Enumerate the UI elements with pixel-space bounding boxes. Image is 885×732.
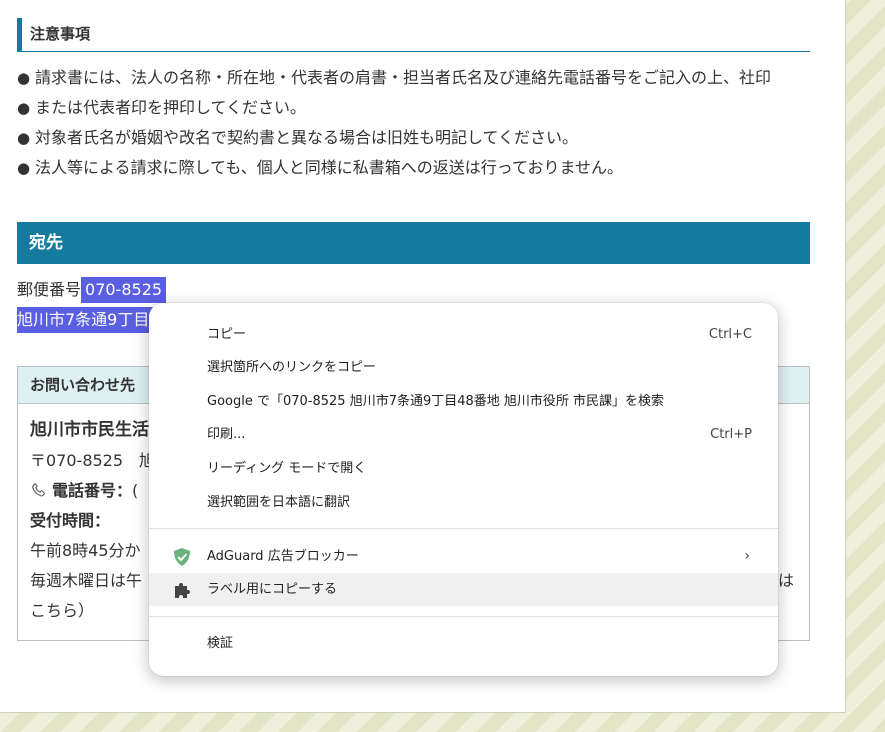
menu-item-label: ラベル用にコピーする	[207, 582, 338, 597]
menu-separator	[149, 616, 778, 617]
menu-item-label: コピー	[207, 327, 247, 342]
menu-item-translate[interactable]: 選択範囲を日本語に翻訳	[149, 486, 778, 519]
hours-value: 午前8時45分か	[30, 541, 141, 560]
menu-item-label: Google で「070-8525 旭川市7条通9丁目48番地 旭川市役所 市民…	[207, 394, 665, 409]
thursday-note: 毎週木曜日は午	[30, 571, 143, 590]
menu-item-label: 検証	[207, 636, 234, 651]
menu-shortcut: Ctrl+C	[708, 327, 752, 342]
thursday-tail: は	[778, 571, 795, 590]
adguard-shield-icon	[174, 548, 190, 566]
context-menu: コピー Ctrl+C 選択箇所へのリンクをコピー Google で「070-85…	[149, 303, 778, 676]
notice-list: 請求書には、法人の名称・所在地・代表者の肩書・担当者氏名及び連絡先電話番号をご記…	[17, 63, 817, 183]
notice-heading: 注意事項	[17, 18, 810, 52]
menu-item-search-google[interactable]: Google で「070-8525 旭川市7条通9丁目48番地 旭川市役所 市民…	[149, 385, 778, 418]
office-name: 旭川市市民生活	[30, 420, 149, 440]
phone-icon	[32, 482, 45, 497]
menu-shortcut: Ctrl+P	[710, 427, 752, 442]
menu-item-reading-mode[interactable]: リーディング モードで開く	[149, 452, 778, 485]
postal-label: 郵便番号	[17, 280, 82, 299]
list-item-continuation: または代表者印を押印してください。	[17, 93, 817, 123]
postal-line[interactable]: 郵便番号 070-8525	[17, 277, 167, 303]
list-item: 請求書には、法人の名称・所在地・代表者の肩書・担当者氏名及び連絡先電話番号をご記…	[17, 63, 817, 93]
address-section-heading: 宛先	[17, 222, 810, 264]
phone-value: (	[132, 481, 139, 500]
menu-item-label: 選択範囲を日本語に翻訳	[207, 495, 351, 510]
phone-label: 電話番号：	[52, 481, 133, 500]
menu-item-label: 選択箇所へのリンクをコピー	[207, 360, 377, 375]
menu-item-adguard[interactable]: AdGuard 広告ブロッカー ›	[149, 540, 778, 573]
menu-item-label: リーディング モードで開く	[207, 461, 367, 476]
menu-item-label: AdGuard 広告ブロッカー	[207, 549, 359, 564]
list-item: 法人等による請求に際しても、個人と同様に私書箱への返送は行っておりません。	[17, 153, 817, 183]
office-postal: 〒070-8525 旭	[30, 451, 156, 470]
menu-item-inspect[interactable]: 検証	[149, 627, 778, 660]
address-selected[interactable]: 旭川市7条通9丁目	[17, 307, 154, 333]
phone-line: 電話番号：(	[30, 476, 138, 506]
menu-separator	[149, 528, 778, 529]
list-item: 対象者氏名が婚姻や改名で契約書と異なる場合は旧姓も明記してください。	[17, 123, 817, 153]
menu-item-copy-link-to-highlight[interactable]: 選択箇所へのリンクをコピー	[149, 351, 778, 384]
menu-item-copy-for-label[interactable]: ラベル用にコピーする	[149, 573, 778, 606]
menu-item-print[interactable]: 印刷... Ctrl+P	[149, 418, 778, 451]
address-line[interactable]: 旭川市7条通9丁目	[17, 307, 154, 333]
hours-label: 受付時間：	[30, 511, 111, 530]
menu-item-label: 印刷...	[207, 427, 246, 442]
puzzle-extension-icon	[175, 583, 190, 598]
contact-link-tail[interactable]: こちら）	[30, 596, 94, 626]
submenu-arrow-icon: ›	[744, 548, 750, 564]
menu-item-copy[interactable]: コピー Ctrl+C	[149, 318, 778, 351]
postal-code-selected[interactable]: 070-8525	[81, 277, 167, 303]
